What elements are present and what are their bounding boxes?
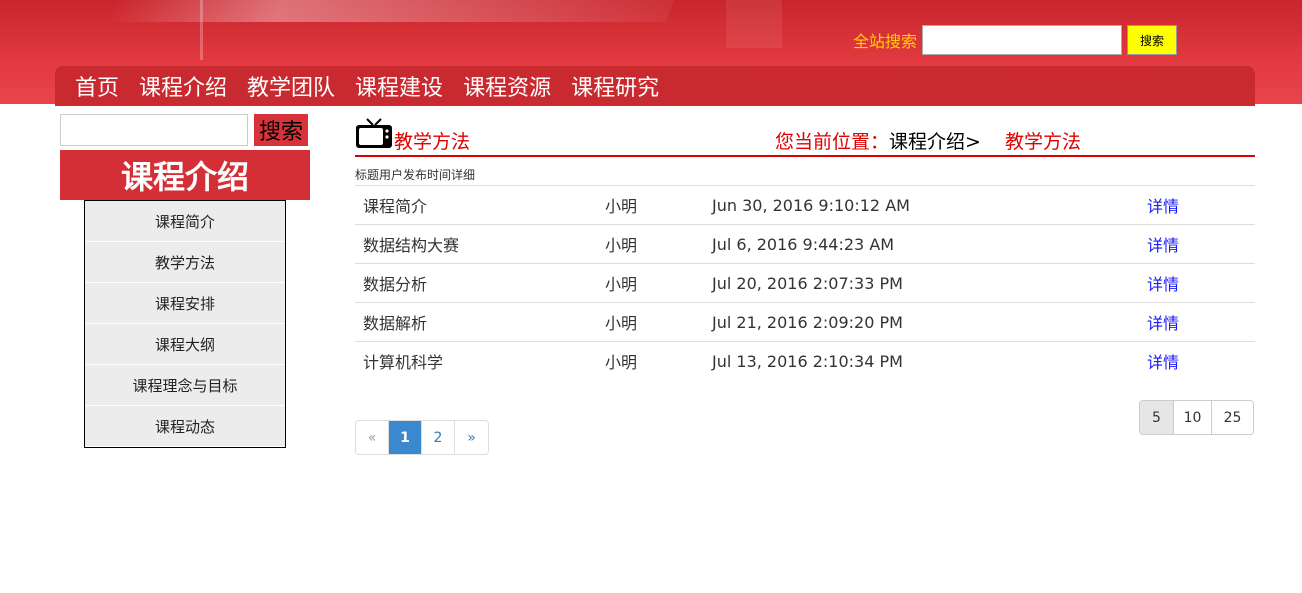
banner-decoration [105, 0, 675, 22]
row-title: 计算机科学 [355, 341, 605, 381]
row-user: 小明 [605, 302, 712, 342]
nav-item-research[interactable]: 课程研究 [571, 70, 659, 102]
row-user: 小明 [605, 185, 712, 225]
sidebar-item-methods[interactable]: 教学方法 [85, 242, 285, 283]
sidebar-item-intro[interactable]: 课程简介 [85, 201, 285, 242]
main-nav: 首页 课程介绍 教学团队 课程建设 课程资源 课程研究 [55, 66, 1255, 106]
page-size-option-25[interactable]: 25 [1212, 401, 1253, 434]
breadcrumb-parent[interactable]: 课程介绍> [889, 131, 981, 153]
banner-decoration-block [726, 0, 782, 48]
page-size-option-10[interactable]: 10 [1174, 401, 1212, 434]
sidebar-item-schedule[interactable]: 课程安排 [85, 283, 285, 324]
row-user: 小明 [605, 341, 712, 381]
pagination-page-1[interactable]: 1 [389, 421, 422, 454]
tv-icon [356, 118, 392, 148]
banner-decoration-line [200, 0, 203, 60]
row-detail-link[interactable]: 详情 [1147, 341, 1255, 381]
pagination-prev[interactable]: « [356, 421, 389, 454]
sidebar-search: 搜索 [60, 114, 308, 146]
table-row: 数据分析 小明 Jul 20, 2016 2:07:33 PM 详情 [355, 263, 1255, 303]
table-header: 标题用户发布时间详细 [355, 168, 476, 182]
table-row: 数据结构大赛 小明 Jul 6, 2016 9:44:23 AM 详情 [355, 224, 1255, 264]
sidebar-search-input[interactable] [60, 114, 248, 146]
pagination: « 1 2 » [355, 420, 489, 455]
row-detail-link[interactable]: 详情 [1147, 263, 1255, 303]
content-title: 教学方法 [394, 131, 471, 153]
content-header: 教学方法 您当前位置：课程介绍> 教学方法 [355, 118, 1255, 157]
nav-item-course-intro[interactable]: 课程介绍 [139, 70, 227, 102]
nav-item-home[interactable]: 首页 [75, 70, 119, 102]
sidebar-menu: 课程简介 教学方法 课程安排 课程大纲 课程理念与目标 课程动态 [84, 200, 286, 448]
table-row: 课程简介 小明 Jun 30, 2016 9:10:12 AM 详情 [355, 185, 1255, 225]
table-row: 计算机科学 小明 Jul 13, 2016 2:10:34 PM 详情 [355, 341, 1255, 381]
global-search: 全站搜索 搜索 [853, 25, 1178, 55]
pagination-next[interactable]: » [455, 421, 488, 454]
row-title: 数据解析 [355, 302, 605, 342]
row-user: 小明 [605, 224, 712, 264]
sidebar-item-outline[interactable]: 课程大纲 [85, 324, 285, 365]
row-time: Jul 6, 2016 9:44:23 AM [712, 224, 1147, 264]
pagination-page-2[interactable]: 2 [422, 421, 455, 454]
global-search-button[interactable]: 搜索 [1127, 25, 1178, 55]
row-title: 课程简介 [355, 185, 605, 225]
row-time: Jul 21, 2016 2:09:20 PM [712, 302, 1147, 342]
row-title: 数据分析 [355, 263, 605, 303]
breadcrumb: 您当前位置：课程介绍> 教学方法 [775, 127, 1081, 154]
sidebar-search-button[interactable]: 搜索 [254, 114, 308, 146]
row-detail-link[interactable]: 详情 [1147, 185, 1255, 225]
page-size-selector: 5 10 25 [1139, 400, 1254, 435]
row-detail-link[interactable]: 详情 [1147, 224, 1255, 264]
breadcrumb-current: 教学方法 [1004, 131, 1081, 153]
nav-item-resources[interactable]: 课程资源 [463, 70, 551, 102]
global-search-input[interactable] [922, 25, 1123, 55]
row-title: 数据结构大赛 [355, 224, 605, 264]
nav-item-construction[interactable]: 课程建设 [355, 70, 443, 102]
row-time: Jul 20, 2016 2:07:33 PM [712, 263, 1147, 303]
sidebar-item-news[interactable]: 课程动态 [85, 406, 285, 447]
nav-item-team[interactable]: 教学团队 [247, 70, 335, 102]
global-search-label: 全站搜索 [853, 32, 918, 51]
table-row: 数据解析 小明 Jul 21, 2016 2:09:20 PM 详情 [355, 302, 1255, 342]
breadcrumb-prefix: 您当前位置： [775, 131, 890, 153]
row-time: Jul 13, 2016 2:10:34 PM [712, 341, 1147, 381]
sidebar-item-philosophy[interactable]: 课程理念与目标 [85, 365, 285, 406]
page-size-option-5[interactable]: 5 [1140, 401, 1174, 434]
row-user: 小明 [605, 263, 712, 303]
sidebar-title: 课程介绍 [60, 150, 310, 200]
row-time: Jun 30, 2016 9:10:12 AM [712, 185, 1147, 225]
article-table: 课程简介 小明 Jun 30, 2016 9:10:12 AM 详情 数据结构大… [355, 185, 1255, 381]
row-detail-link[interactable]: 详情 [1147, 302, 1255, 342]
